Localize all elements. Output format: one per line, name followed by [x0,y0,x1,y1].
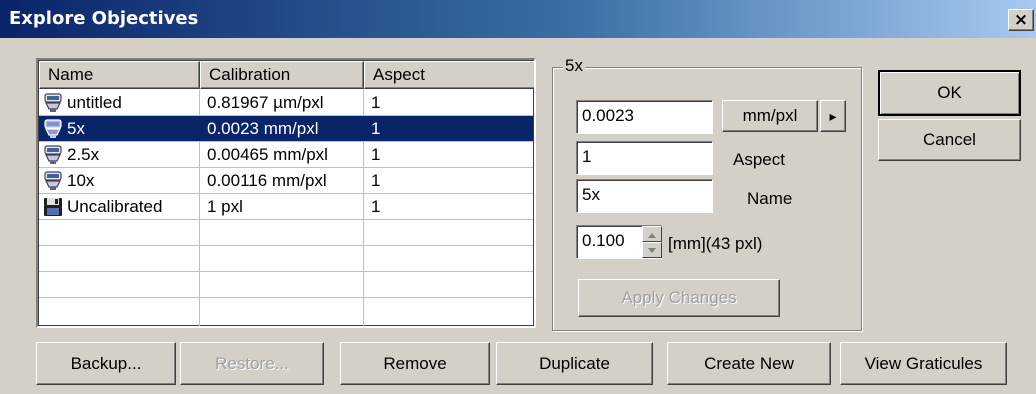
row-aspect: 1 [371,171,381,190]
list-header: Name Calibration Aspect [39,61,534,89]
remove-button[interactable]: Remove [340,342,490,385]
cancel-label: Cancel [923,130,976,149]
arrow-up-icon [648,233,656,238]
row-calibration: 0.00465 mm/pxl [207,145,328,164]
create-new-label: Create New [704,353,794,373]
row-aspect: 1 [371,197,381,216]
row-name: 2.5x [67,145,100,164]
list-item[interactable]: Uncalibrated 1 pxl 1 [39,194,533,220]
close-button[interactable]: × [1008,9,1034,31]
apply-changes-label: Apply Changes [621,288,737,307]
chevron-right-icon: ▸ [829,107,837,124]
title-bar[interactable]: Explore Objectives × [0,0,1036,38]
row-aspect: 1 [371,119,381,138]
cancel-button[interactable]: Cancel [878,119,1021,161]
list-item[interactable]: 10x 0.00116 mm/pxl 1 [39,168,533,194]
name-input[interactable]: 5x [576,179,713,213]
objective-icon [44,171,62,190]
grid-line [39,245,533,246]
ok-button[interactable]: OK [878,70,1021,116]
grid-line [39,297,533,298]
objectives-list[interactable]: Name Calibration Aspect untitled 0.81967… [36,58,536,328]
row-name: untitled [67,93,122,112]
list-item[interactable]: untitled 0.81967 µm/pxl 1 [39,90,533,116]
row-aspect: 1 [371,93,381,112]
column-header-calibration[interactable]: Calibration [200,61,364,89]
view-graticules-button[interactable]: View Graticules [840,342,1007,385]
apply-changes-button[interactable]: Apply Changes [578,279,780,317]
unit-menu-button[interactable]: ▸ [820,100,846,132]
row-calibration: 0.81967 µm/pxl [207,93,324,112]
window-title: Explore Objectives [9,8,199,29]
graticule-size-spinner[interactable] [642,226,662,258]
row-calibration: 0.00116 mm/pxl [207,171,327,190]
graticule-size-value: 0.100 [582,231,625,250]
arrow-down-icon [648,248,656,253]
column-header-label: Name [48,65,94,84]
spin-up-button[interactable] [642,226,662,242]
group-title: 5x [563,56,585,76]
grid-line [39,271,533,272]
aspect-input[interactable]: 1 [576,141,713,175]
floppy-disk-icon [44,198,62,216]
row-name: Uncalibrated [67,197,163,216]
list-item[interactable]: 2.5x 0.00465 mm/pxl 1 [39,142,533,168]
column-header-label: Aspect [373,65,425,84]
restore-label: Restore... [215,353,289,373]
row-aspect: 1 [371,145,381,164]
unit-button[interactable]: mm/pxl [722,100,818,132]
graticule-size-label: [mm](43 pxl) [668,234,763,253]
duplicate-button[interactable]: Duplicate [496,342,653,385]
name-label: Name [747,189,793,208]
spin-down-button[interactable] [642,242,662,258]
row-calibration: 1 pxl [207,197,243,216]
aspect-label: Aspect [733,150,785,169]
close-icon: × [1013,9,1029,30]
remove-label: Remove [383,353,447,373]
backup-label: Backup... [70,353,142,373]
duplicate-label: Duplicate [539,353,610,373]
column-header-name[interactable]: Name [39,61,200,89]
view-graticules-label: View Graticules [864,353,983,373]
objective-icon [44,93,62,112]
objective-icon [44,145,62,164]
ok-label: OK [937,83,962,102]
objective-icon [44,119,62,138]
column-header-aspect[interactable]: Aspect [364,61,534,89]
row-name: 10x [67,171,95,190]
calibration-input[interactable]: 0.0023 [576,100,713,134]
restore-button[interactable]: Restore... [180,342,324,385]
row-calibration: 0.0023 mm/pxl [207,119,319,138]
unit-label: mm/pxl [742,106,798,125]
list-item-selected[interactable]: 5x 0.0023 mm/pxl 1 [39,116,533,142]
create-new-button[interactable]: Create New [667,342,831,385]
column-header-label: Calibration [209,65,291,84]
backup-button[interactable]: Backup... [36,342,176,385]
row-name: 5x [67,119,85,138]
